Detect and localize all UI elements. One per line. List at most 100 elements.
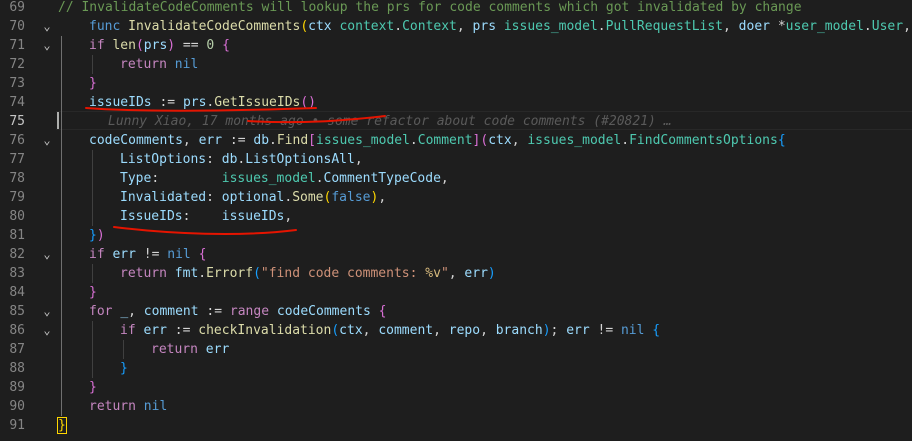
code-line-85[interactable]: 85 ⌄ for _, comment := range codeComments … [0,302,912,321]
code-token: . [409,133,418,148]
line-number: 91 [9,418,25,433]
code-line-90[interactable]: 90 return nil [0,397,912,416]
git-blame-annotation: Lunny Xiao, 17 months ago • some refacto… [108,112,672,131]
code-text: ListOptions: db.ListOptionsAll, [120,150,363,169]
code-token: issues_model [316,133,410,148]
line-number: 89 [9,380,25,395]
line-number: 86 [9,323,25,338]
code-token: := [151,95,183,110]
line-number: 72 [9,57,25,72]
code-text: func InvalidateCodeComments(ctx context.… [89,17,912,36]
code-token: return [120,266,175,281]
code-token: return [151,342,206,357]
code-line-86[interactable]: 86 ⌄ if err := checkInvalidation(ctx, comm… [0,321,912,340]
code-token: Context [402,19,457,34]
code-token: Some [292,190,324,205]
code-line-84[interactable]: 84} [0,283,912,302]
code-token: issueIDs [89,95,152,110]
code-token: , [723,19,739,34]
code-token: prs [143,38,168,53]
code-line-83[interactable]: 83 return fmt.Errorf("find code comments:… [0,264,912,283]
line-number: 73 [9,76,25,91]
code-line-73[interactable]: 73} [0,74,912,93]
code-token: , [480,323,496,338]
code-token: CommentTypeCode [323,171,441,186]
code-line-80[interactable]: 80 IssueIDs: issueIDs, [0,207,912,226]
code-token: InvalidateCodeComments [128,19,301,34]
code-token: err [198,133,223,148]
code-line-74[interactable]: 74 issueIDs := prs.GetIssueIDs() [0,93,912,112]
fold-chevron-icon[interactable]: ⌄ [41,245,53,264]
code-token: err [205,342,230,357]
code-token: { [652,323,661,338]
line-number: 69 [9,0,25,15]
code-token: len [112,38,136,53]
code-token: } [89,380,97,395]
code-token: for [89,304,121,319]
code-line-72[interactable]: 72 return nil [0,55,912,74]
code-line-89[interactable]: 89} [0,378,912,397]
code-token: , [378,190,387,205]
code-token: range [229,304,277,319]
code-token: ) [542,323,551,338]
code-token: } [57,417,67,434]
code-token: } [89,76,97,91]
line-number: 71 [9,38,25,53]
code-token: err [464,266,488,281]
code-token: ListOptionsAll [245,152,355,167]
code-line-76[interactable]: 76 ⌄ codeComments, err := db.Find[issues_m… [0,131,912,150]
code-token: issueIDs [221,209,285,224]
code-line-70[interactable]: 70 ⌄ func InvalidateCodeComments(ctx conte… [0,17,912,36]
code-line-78[interactable]: 78 Type: issues_model.CommentTypeCode, [0,169,912,188]
code-token: err [143,323,167,338]
code-token: ( [135,38,144,53]
code-token: : [182,209,222,224]
code-token: . [394,19,403,34]
indent-guide [92,55,93,74]
code-line-79[interactable]: 79 Invalidated: optional.Some(false), [0,188,912,207]
fold-chevron-icon[interactable]: ⌄ [41,131,53,150]
line-number: 81 [9,228,25,243]
fold-chevron-icon[interactable]: ⌄ [41,17,53,36]
code-token: doer [738,19,778,34]
fold-chevron-icon[interactable]: ⌄ [41,321,53,340]
code-token: : [206,152,222,167]
code-token: db [253,133,270,148]
code-token: ) [96,228,105,243]
code-token: ) [167,38,176,53]
code-token: optional [221,190,285,205]
code-token: { [378,304,387,319]
code-line-81[interactable]: 81}) [0,226,912,245]
code-token: if [89,247,113,262]
fold-chevron-icon[interactable]: ⌄ [41,36,53,55]
code-line-87[interactable]: 87 return err [0,340,912,359]
code-text: return err [151,340,229,359]
code-line-91[interactable]: 91} [0,416,912,435]
code-text: Type: issues_model.CommentTypeCode, [120,169,449,188]
code-token: , [354,152,363,167]
code-token: issues_model [503,19,598,34]
code-token: codeComments [276,304,371,319]
code-line-88[interactable]: 88} [0,359,912,378]
code-line-71[interactable]: 71 ⌄ if len(prs) == 0 { [0,36,912,55]
code-token: : [206,190,222,205]
code-editor[interactable]: 69 // InvalidateCodeComments will lookup … [0,0,912,441]
code-token: Type [120,171,152,186]
code-token: () [300,95,316,110]
code-token: { [777,133,786,148]
code-token: ( [300,19,309,34]
code-line-69[interactable]: 69 // InvalidateCodeComments will lookup … [0,0,912,17]
code-line-75[interactable]: 75 Lunny Xiao, 17 months ago • some refac… [0,112,912,131]
code-text: if len(prs) == 0 { [89,36,230,55]
code-token: != [589,323,621,338]
code-text: }) [89,226,105,245]
indent-guide [61,36,62,416]
code-line-82[interactable]: 82 ⌄ if err != nil { [0,245,912,264]
code-text: } [57,416,67,435]
code-token: false [331,190,371,205]
code-token: Lunny Xiao, 17 months ago • some refacto… [108,114,672,129]
code-line-77[interactable]: 77 ListOptions: db.ListOptionsAll, [0,150,912,169]
code-token: err [566,323,590,338]
fold-chevron-icon[interactable]: ⌄ [41,302,53,321]
code-text: return nil [89,397,167,416]
